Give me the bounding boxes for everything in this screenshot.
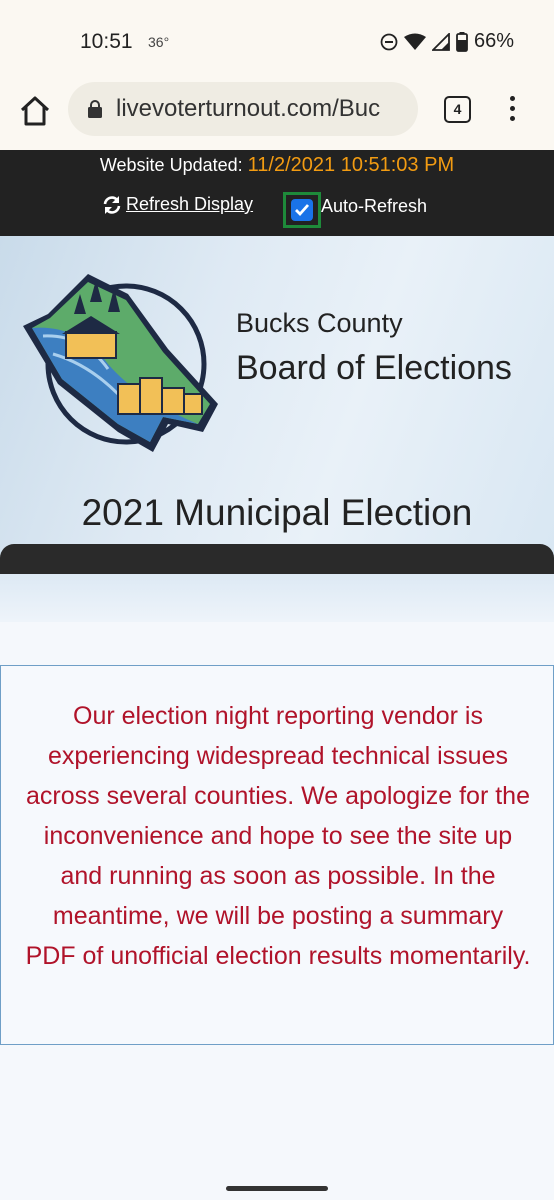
refresh-display-label: Refresh Display xyxy=(126,194,254,214)
dnd-icon xyxy=(380,33,398,50)
election-title: 2021 Municipal Election xyxy=(81,492,473,533)
tab-switcher-button[interactable]: 4 xyxy=(444,96,471,123)
update-timestamp: 11/2/2021 10:51:03 PM xyxy=(247,154,455,176)
update-bar: Website Updated: 11/2/2021 10:51:03 PM R… xyxy=(0,150,554,236)
status-time: 10:51 xyxy=(80,30,133,53)
nav-strip xyxy=(0,544,554,574)
auto-refresh-checkbox[interactable] xyxy=(291,199,313,221)
county-logo xyxy=(23,274,218,452)
wifi-icon xyxy=(403,33,426,50)
browser-toolbar: livevoterturnout.com/Buc 4 xyxy=(0,80,554,150)
header-banner: Bucks County Board of Elections 2021 Mun… xyxy=(0,236,554,622)
cellular-signal-icon xyxy=(431,32,450,51)
status-bar: 10:51 36° 66% xyxy=(0,0,554,80)
refresh-display-link[interactable]: Refresh Display xyxy=(102,194,253,215)
checkmark-icon xyxy=(295,204,310,217)
more-menu-icon[interactable] xyxy=(506,96,518,124)
divider-band xyxy=(0,574,554,622)
refresh-controls: Refresh Display Auto-Refresh xyxy=(0,192,554,228)
status-icons: 66% xyxy=(380,30,514,53)
auto-refresh-checkbox-focus[interactable] xyxy=(283,192,321,228)
gesture-nav-handle[interactable] xyxy=(226,1186,328,1191)
update-label: Website Updated: xyxy=(99,155,243,175)
notice-text: Our election night reporting vendor is e… xyxy=(25,702,531,970)
refresh-icon xyxy=(103,195,121,214)
update-line: Website Updated: 11/2/2021 10:51:03 PM xyxy=(0,154,554,177)
url-text: livevoterturnout.com/Buc xyxy=(116,95,381,122)
org-name-line1: Bucks County xyxy=(236,308,403,338)
home-icon[interactable] xyxy=(18,94,52,128)
org-name-line2: Board of Elections xyxy=(236,349,512,387)
battery-icon xyxy=(456,31,468,52)
status-temperature: 36° xyxy=(148,34,170,50)
address-bar[interactable]: livevoterturnout.com/Buc xyxy=(68,82,418,136)
auto-refresh-label: Auto-Refresh xyxy=(321,196,428,216)
battery-percent: 66% xyxy=(473,30,514,52)
lock-icon xyxy=(88,100,102,118)
notice-box: Our election night reporting vendor is e… xyxy=(0,665,554,1045)
